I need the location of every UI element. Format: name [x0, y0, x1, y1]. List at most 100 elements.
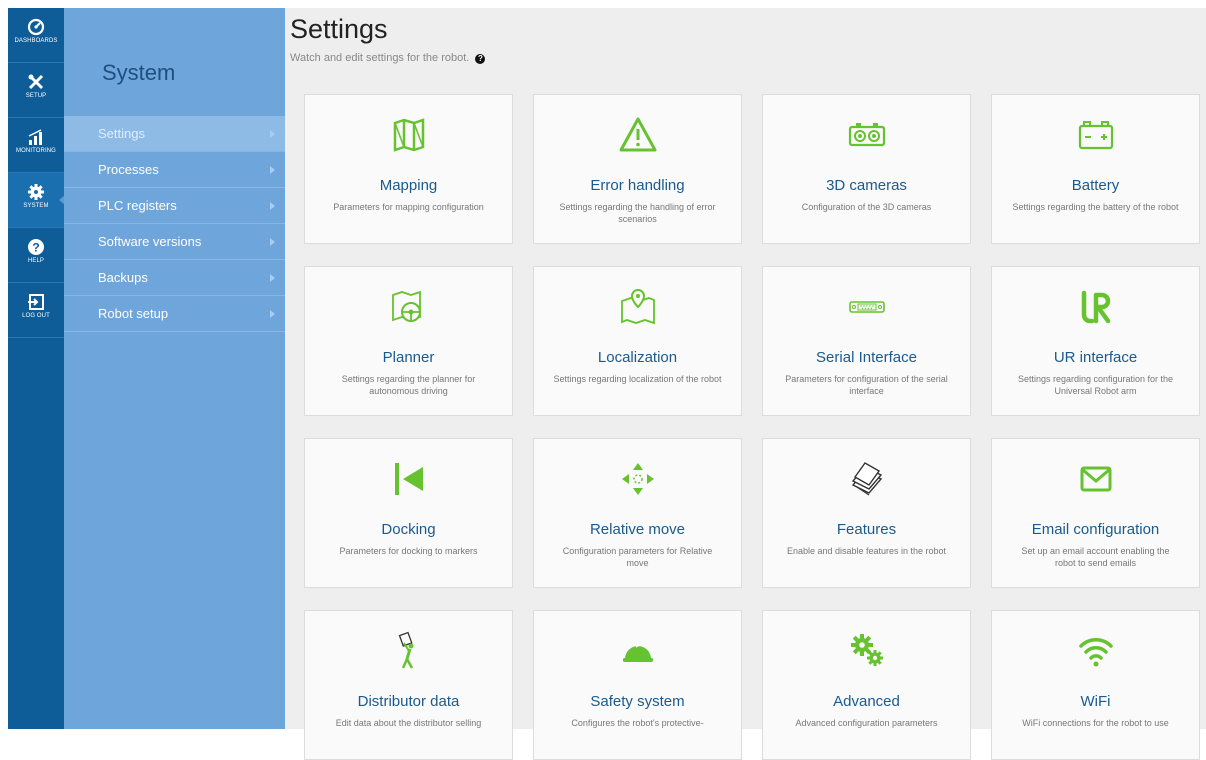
- card-description: Settings regarding localization of the r…: [553, 374, 722, 384]
- card-title: Advanced: [833, 693, 900, 710]
- card-description: Enable and disable features in the robot: [786, 546, 947, 556]
- card-title: 3D cameras: [826, 177, 907, 194]
- card-advanced[interactable]: Advanced Advanced configuration paramete…: [762, 610, 971, 760]
- card-localization[interactable]: Localization Settings regarding localiza…: [533, 266, 742, 416]
- card-title: Email configuration: [1031, 521, 1160, 538]
- sub-item-backups[interactable]: Backups: [64, 260, 285, 296]
- card-battery[interactable]: Battery Settings regarding the battery o…: [991, 94, 1200, 244]
- main-content: Settings Watch and edit settings for the…: [285, 8, 1206, 760]
- card-mapping[interactable]: Mapping Parameters for mapping configura…: [304, 94, 513, 244]
- card-title: Localization: [597, 349, 678, 366]
- chevron-right-icon: [270, 202, 275, 210]
- stack-icon: [851, 462, 882, 496]
- card-description: Edit data about the distributor selling: [335, 718, 482, 728]
- map-pin-icon: [620, 288, 655, 325]
- chevron-right-icon: [270, 274, 275, 282]
- sub-item-label: Software versions: [98, 234, 202, 249]
- card-description: Parameters for mapping configuration: [333, 202, 484, 212]
- signal-bars-icon: [28, 129, 42, 145]
- map-icon: [393, 118, 424, 152]
- card-description: WiFi connections for the robot to use: [1022, 718, 1169, 728]
- sub-item-label: PLC registers: [98, 198, 177, 213]
- page-subtitle: Watch and edit settings for the robot. ?: [290, 52, 486, 64]
- logout-icon: [28, 294, 44, 310]
- card-description: Parameters for configuration of the seri…: [785, 374, 948, 396]
- hardhat-icon: [622, 644, 653, 662]
- sub-item-robot-setup[interactable]: Robot setup: [64, 296, 285, 332]
- wifi-icon: [1078, 638, 1113, 667]
- gear-icon: [28, 184, 44, 200]
- sub-item-software-versions[interactable]: Software versions: [64, 224, 285, 260]
- warning-icon: [619, 117, 656, 152]
- card-wifi[interactable]: WiFi WiFi connections for the robot to u…: [991, 610, 1200, 760]
- sub-item-processes[interactable]: Processes: [64, 152, 285, 188]
- rail-divider: [8, 337, 64, 338]
- card-title: Relative move: [589, 521, 686, 538]
- card-title: Safety system: [590, 693, 685, 710]
- card-title: Mapping: [379, 177, 438, 194]
- tools-icon: [28, 74, 44, 90]
- sub-item-label: Settings: [98, 126, 145, 141]
- card-description: Configuration parameters for Relative mo…: [562, 546, 713, 568]
- card-title: Serial Interface: [816, 349, 917, 366]
- card-description: Settings regarding the battery of the ro…: [1012, 202, 1179, 212]
- nav-system-label: SYSTEM: [23, 203, 49, 209]
- dashboard-icon: [27, 18, 45, 36]
- card-description: Advanced configuration parameters: [795, 718, 938, 728]
- serial-port-icon: [848, 301, 885, 313]
- nav-dashboards[interactable]: DASHBOARDS: [8, 8, 64, 62]
- card-title: Docking: [381, 521, 436, 538]
- card-email-configuration[interactable]: Email configuration Set up an email acco…: [991, 438, 1200, 588]
- card-ur-interface[interactable]: UR interface Settings regarding configur…: [991, 266, 1200, 416]
- card-relative-move[interactable]: Relative move Configuration parameters f…: [533, 438, 742, 588]
- card-safety-system[interactable]: Safety system Configures the robot's pro…: [533, 610, 742, 760]
- battery-icon: [1078, 121, 1113, 150]
- move-arrows-icon: [621, 463, 654, 495]
- card-title: Battery: [1071, 177, 1120, 194]
- docking-icon: [394, 463, 423, 495]
- camera-icon: [848, 123, 885, 147]
- nav-logout[interactable]: LOG OUT: [8, 283, 64, 337]
- card-title: WiFi: [1080, 693, 1111, 710]
- nav-help[interactable]: ? HELP: [8, 228, 64, 282]
- card-features[interactable]: Features Enable and disable features in …: [762, 438, 971, 588]
- chevron-right-icon: [270, 130, 275, 138]
- ur-logo-icon: [1081, 290, 1110, 324]
- card-title: Planner: [382, 349, 435, 366]
- chevron-right-icon: [270, 310, 275, 318]
- chevron-right-icon: [270, 166, 275, 174]
- card-3d-cameras[interactable]: 3D cameras Configuration of the 3D camer…: [762, 94, 971, 244]
- page-subtitle-text: Watch and edit settings for the robot.: [290, 52, 470, 64]
- nav-system[interactable]: SYSTEM: [8, 173, 65, 227]
- card-title: Features: [836, 521, 897, 538]
- map-steering-icon: [391, 290, 421, 322]
- nav-dashboards-label: DASHBOARDS: [14, 38, 58, 44]
- page-title: Settings: [290, 14, 388, 44]
- card-serial-interface[interactable]: Serial Interface Parameters for configur…: [762, 266, 971, 416]
- help-icon[interactable]: ?: [475, 54, 486, 64]
- card-title: Distributor data: [357, 693, 460, 710]
- sub-navigation: System Settings Processes PLC registers …: [64, 8, 285, 729]
- nav-help-label: HELP: [27, 258, 45, 264]
- sub-item-settings[interactable]: Settings: [64, 116, 285, 152]
- chevron-right-icon: [270, 238, 275, 246]
- nav-setup[interactable]: SETUP: [8, 63, 64, 117]
- nav-monitoring[interactable]: MONITORING: [8, 118, 64, 172]
- nav-setup-label: SETUP: [25, 93, 47, 99]
- card-description: Settings regarding the handling of error…: [559, 202, 716, 224]
- card-description: Configuration of the 3D cameras: [801, 202, 932, 212]
- gears-icon: [850, 634, 883, 666]
- card-title: Error handling: [590, 177, 685, 194]
- question-icon: ?: [28, 239, 44, 255]
- sub-item-label: Backups: [98, 270, 148, 285]
- card-docking[interactable]: Docking Parameters for docking to marker…: [304, 438, 513, 588]
- card-planner[interactable]: Planner Settings regarding the planner f…: [304, 266, 513, 416]
- sub-item-label: Robot setup: [98, 306, 169, 321]
- nav-monitoring-label: MONITORING: [16, 148, 56, 154]
- card-error-handling[interactable]: Error handling Settings regarding the ha…: [533, 94, 742, 244]
- card-distributor-data[interactable]: Distributor data Edit data about the dis…: [304, 610, 513, 760]
- section-title: System: [102, 60, 176, 85]
- card-description: Set up an email account enabling the rob…: [1021, 546, 1170, 568]
- card-title: UR interface: [1053, 349, 1138, 366]
- sub-item-plc-registers[interactable]: PLC registers: [64, 188, 285, 224]
